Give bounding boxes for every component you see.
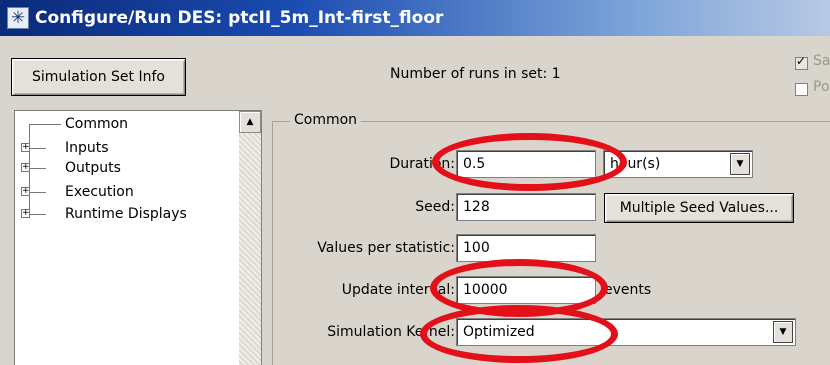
tree-item-execution[interactable]: + Execution — [15, 183, 235, 201]
window-title: Configure/Run DES: ptcII_5m_Int-first_fl… — [35, 8, 444, 28]
simulation-set-info-button[interactable]: Simulation Set Info — [11, 58, 186, 96]
seed-input[interactable]: 128 — [456, 193, 596, 221]
checkbox-save-label: Sa — [813, 53, 830, 69]
tree-item-label: Runtime Displays — [65, 206, 187, 222]
chevron-down-icon[interactable]: ▼ — [773, 321, 793, 343]
duration-unit-select[interactable]: hour(s) ▼ — [603, 150, 753, 178]
duration-unit-value: hour(s) — [610, 156, 661, 172]
tree-scrollbar[interactable]: ▲ — [239, 111, 261, 365]
checkbox-save[interactable] — [795, 54, 808, 70]
duration-label: Duration: — [389, 156, 455, 172]
multiple-seed-values-button[interactable]: Multiple Seed Values... — [604, 193, 794, 223]
seed-label: Seed: — [415, 199, 455, 215]
simulation-kernel-label: Simulation Kernel: — [327, 324, 455, 340]
values-per-statistic-label: Values per statistic: — [317, 240, 455, 256]
expand-plus-icon[interactable]: + — [21, 187, 30, 196]
update-interval-label: Update interval: — [341, 282, 455, 298]
tree-connector — [30, 214, 46, 215]
chevron-down-icon[interactable]: ▼ — [730, 153, 750, 175]
duration-input[interactable]: 0.5 — [456, 150, 596, 178]
expand-plus-icon[interactable]: + — [21, 163, 30, 172]
tree-connector — [30, 192, 46, 193]
expand-plus-icon[interactable]: + — [21, 143, 30, 152]
tree-item-label: Outputs — [65, 160, 121, 176]
tree-item-inputs[interactable]: + Inputs — [15, 139, 235, 157]
settings-tree[interactable]: Common + Inputs + Outputs + Execution + … — [14, 110, 262, 365]
asterisk-icon: ✳ — [7, 7, 29, 29]
simulation-kernel-select[interactable]: Optimized ▼ — [456, 318, 796, 346]
expand-plus-icon[interactable]: + — [21, 209, 30, 218]
tree-item-label: Common — [65, 116, 129, 132]
update-interval-unit: events — [604, 282, 652, 298]
tree-item-outputs[interactable]: + Outputs — [15, 159, 235, 177]
dialog-window: ✳ Configure/Run DES: ptcII_5m_Int-first_… — [0, 0, 830, 365]
tree-item-common[interactable]: Common — [15, 115, 235, 133]
tree-connector — [30, 168, 46, 169]
values-per-statistic-input[interactable]: 100 — [456, 234, 596, 262]
simulation-kernel-value: Optimized — [463, 324, 535, 340]
tree-item-runtime-displays[interactable]: + Runtime Displays — [15, 205, 235, 223]
checkbox-po[interactable] — [795, 83, 808, 96]
tree-connector — [30, 148, 46, 149]
runs-in-set-label: Number of runs in set: 1 — [390, 66, 561, 82]
tree-item-label: Execution — [65, 184, 134, 200]
tree-item-label: Inputs — [65, 140, 109, 156]
checkbox-po-label: Po — [813, 79, 830, 95]
common-group-legend: Common — [290, 112, 362, 128]
update-interval-input[interactable]: 10000 — [456, 276, 596, 304]
title-bar: ✳ Configure/Run DES: ptcII_5m_Int-first_… — [0, 0, 830, 36]
scroll-up-arrow-icon[interactable]: ▲ — [239, 111, 261, 133]
